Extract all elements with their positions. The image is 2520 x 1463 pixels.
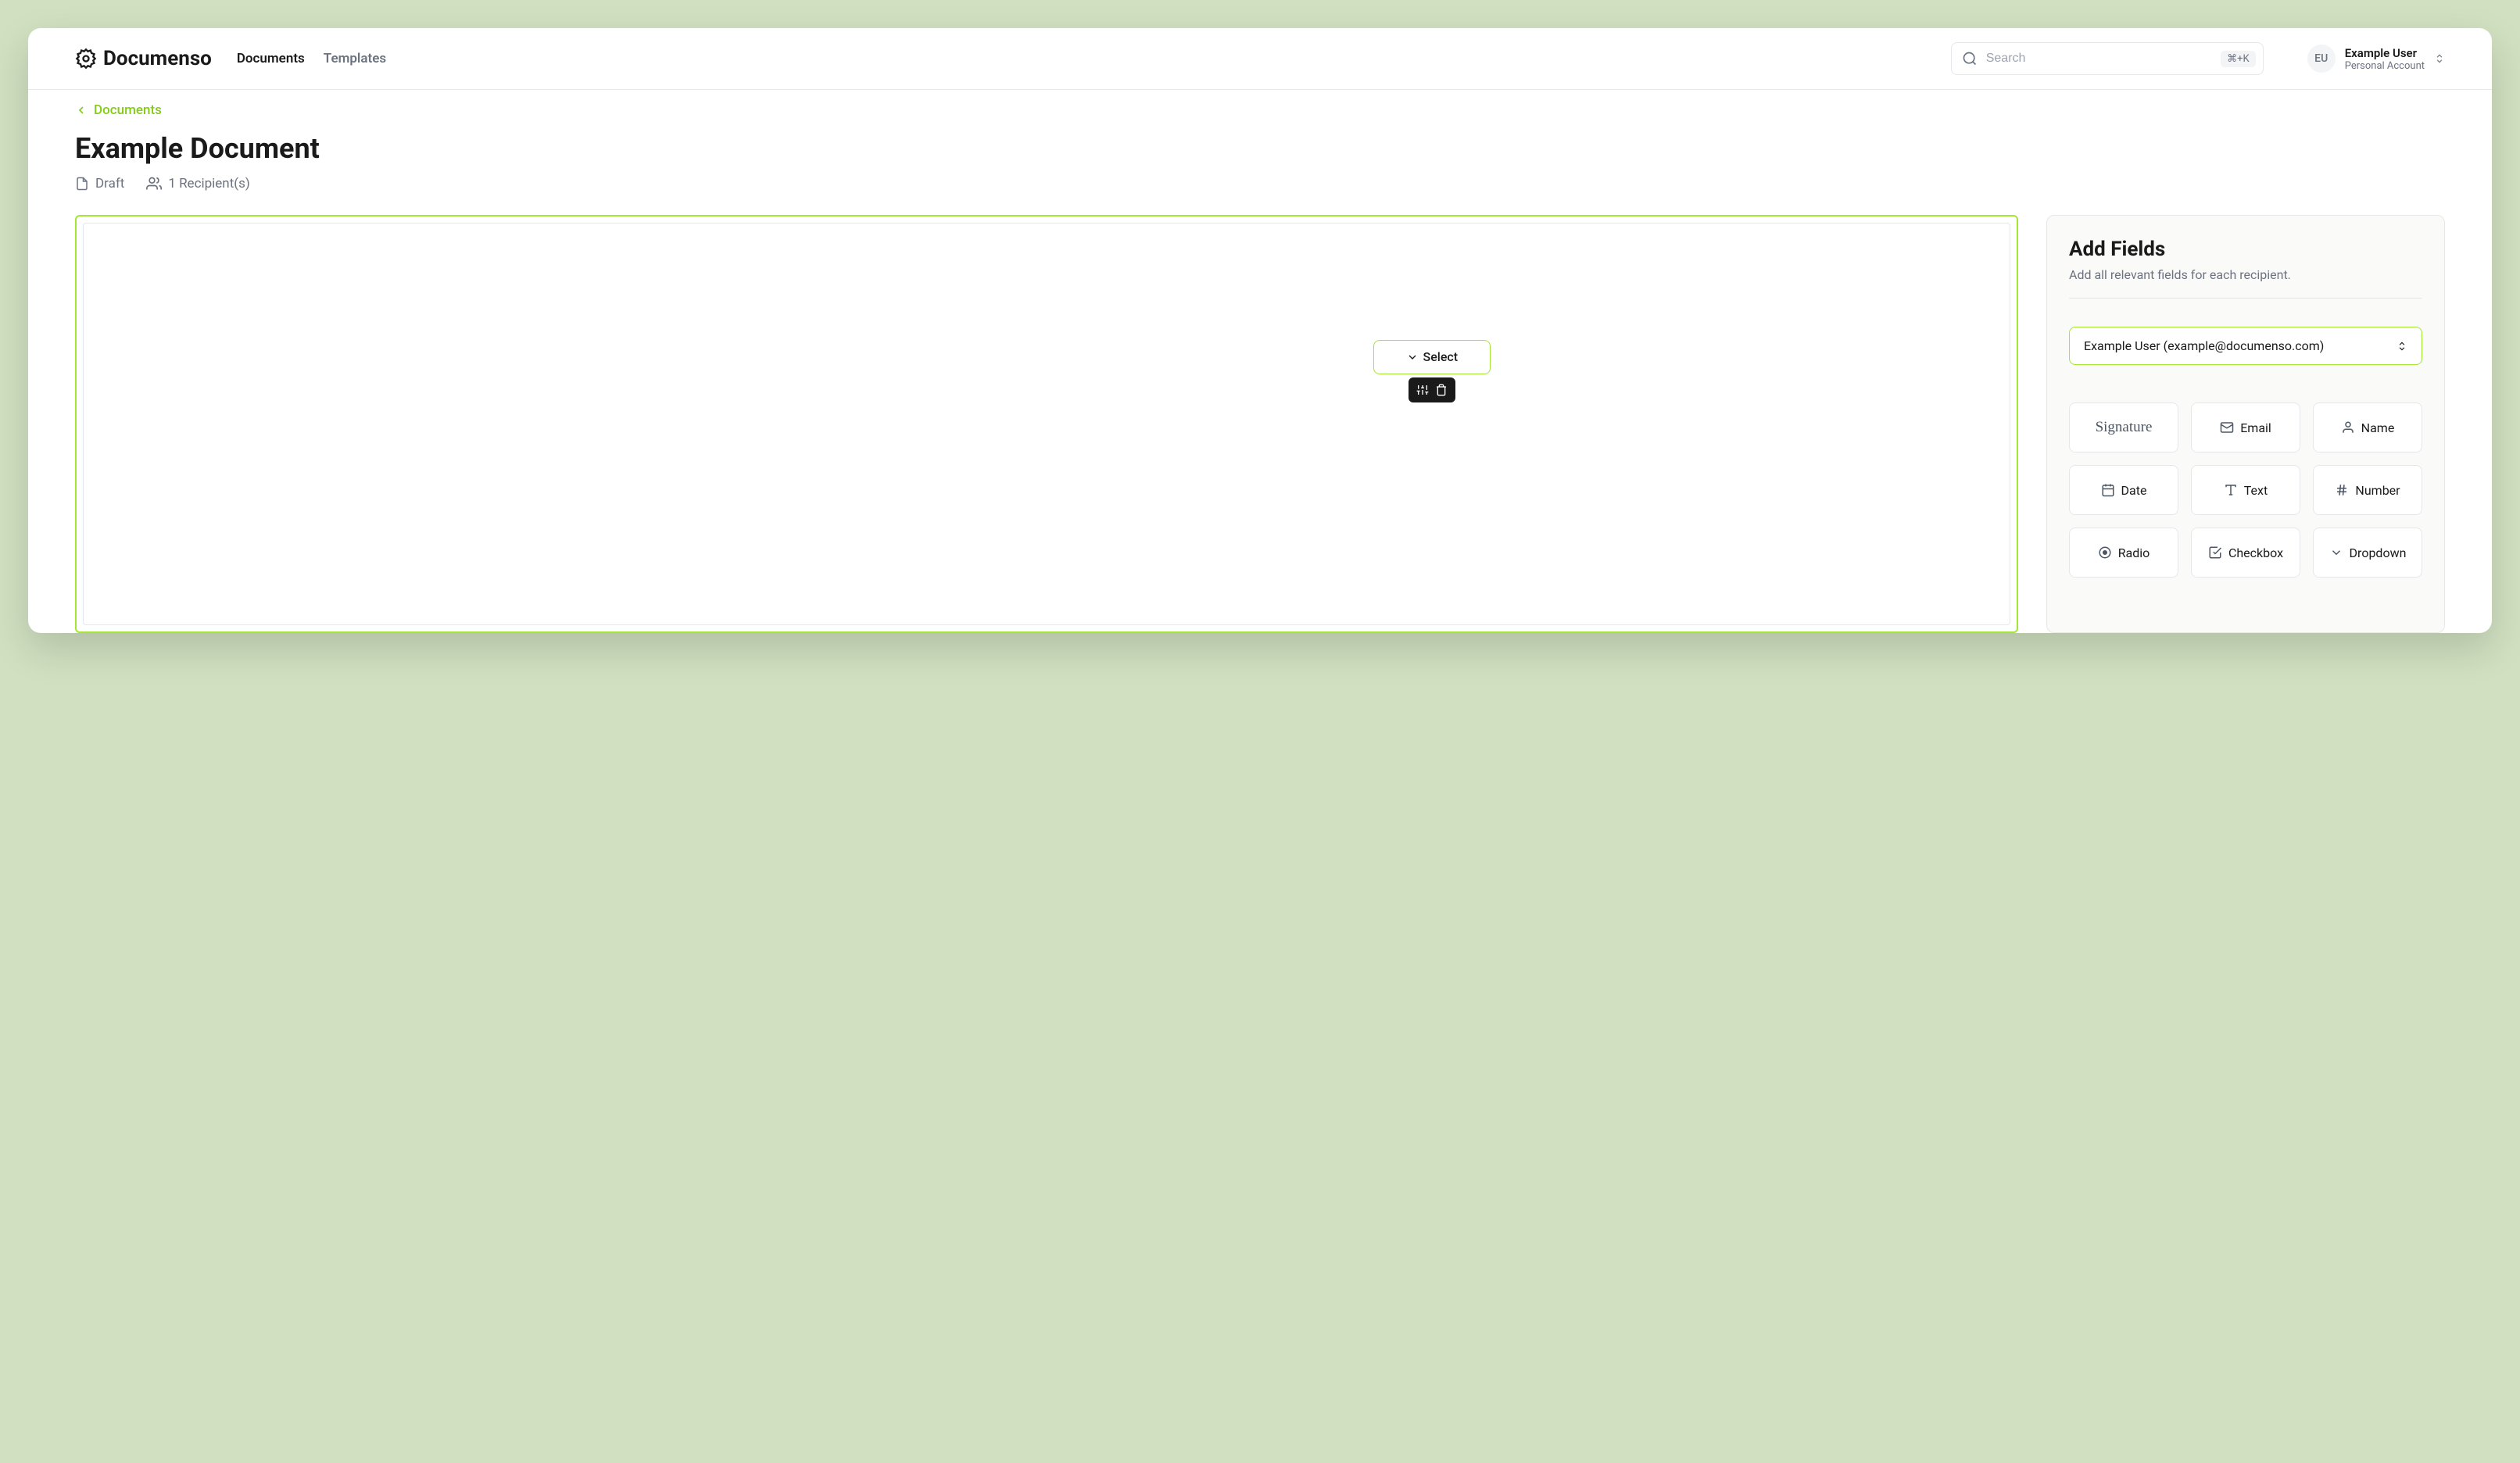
field-label: Date	[2121, 483, 2147, 498]
sliders-icon	[1416, 384, 1429, 396]
page-title: Example Document	[75, 132, 2445, 165]
radio-icon	[2098, 545, 2112, 560]
field-name[interactable]: Name	[2313, 402, 2422, 452]
hash-icon	[2335, 483, 2349, 497]
topbar: Documenso Documents Templates ⌘+K EU Exa…	[28, 28, 2492, 90]
document-page[interactable]: Select	[83, 223, 2010, 625]
chevron-down-icon	[1406, 351, 1419, 363]
signature-label: Signature	[2096, 419, 2153, 436]
field-label: Text	[2244, 483, 2268, 498]
nav: Documents Templates	[237, 51, 386, 66]
calendar-icon	[2101, 483, 2115, 497]
nav-templates[interactable]: Templates	[324, 51, 386, 66]
field-delete-button[interactable]	[1434, 382, 1449, 398]
field-label: Number	[2355, 483, 2400, 498]
field-number[interactable]: Number	[2313, 465, 2422, 515]
users-icon	[146, 176, 162, 191]
field-label: Email	[2240, 420, 2271, 435]
page-header: Example Document Draft 1 Recipient(s)	[28, 120, 2492, 191]
field-settings-button[interactable]	[1415, 382, 1430, 398]
document-canvas[interactable]: Select	[75, 215, 2018, 633]
breadcrumb[interactable]: Documents	[75, 102, 162, 118]
field-text[interactable]: Text	[2191, 465, 2300, 515]
account-name: Example User	[2345, 46, 2425, 60]
field-email[interactable]: Email	[2191, 402, 2300, 452]
chevron-down-icon	[2329, 545, 2343, 560]
user-icon	[2341, 420, 2355, 435]
status-label: Draft	[95, 176, 124, 191]
check-square-icon	[2208, 545, 2222, 560]
recipient-label: Example User (example@documenso.com)	[2084, 338, 2324, 353]
field-label: Radio	[2118, 545, 2150, 560]
file-icon	[75, 177, 89, 191]
type-icon	[2224, 483, 2238, 497]
mail-icon	[2220, 420, 2234, 435]
account-menu[interactable]: EU Example User Personal Account	[2307, 45, 2445, 73]
recipients-label: 1 Recipient(s)	[168, 176, 249, 191]
field-radio[interactable]: Radio	[2069, 528, 2178, 578]
recipients: 1 Recipient(s)	[146, 176, 249, 191]
logo[interactable]: Documenso	[75, 47, 212, 70]
search-icon	[1962, 51, 1978, 66]
field-label: Select	[1423, 349, 1459, 364]
placed-field-select[interactable]: Select	[1373, 340, 1491, 374]
trash-icon	[1435, 384, 1448, 396]
chevron-updown-icon	[2434, 52, 2445, 66]
field-signature[interactable]: Signature	[2069, 402, 2178, 452]
field-dropdown[interactable]: Dropdown	[2313, 528, 2422, 578]
chevron-left-icon	[75, 104, 88, 116]
field-label: Checkbox	[2228, 545, 2283, 560]
main-area: Select Add Fields Add all relevant field…	[28, 191, 2492, 633]
sidebar-title: Add Fields	[2069, 238, 2422, 261]
chevron-updown-icon	[2397, 339, 2407, 353]
breadcrumb-bar: Documents	[28, 90, 2492, 120]
logo-icon	[75, 48, 97, 70]
field-checkbox[interactable]: Checkbox	[2191, 528, 2300, 578]
search-shortcut: ⌘+K	[2221, 51, 2256, 67]
nav-documents[interactable]: Documents	[237, 51, 305, 66]
sidebar: Add Fields Add all relevant fields for e…	[2046, 215, 2445, 633]
divider	[2069, 298, 2422, 299]
account-type: Personal Account	[2345, 60, 2425, 72]
field-label: Name	[2361, 420, 2395, 435]
field-toolbar	[1409, 377, 1455, 402]
page-meta: Draft 1 Recipient(s)	[75, 176, 2445, 191]
breadcrumb-label: Documents	[94, 102, 162, 118]
search-wrap: ⌘+K	[1951, 42, 2264, 75]
app-window: Documenso Documents Templates ⌘+K EU Exa…	[28, 28, 2492, 633]
brand-name: Documenso	[103, 47, 212, 70]
status: Draft	[75, 176, 124, 191]
recipient-select[interactable]: Example User (example@documenso.com)	[2069, 327, 2422, 365]
avatar: EU	[2307, 45, 2336, 73]
field-date[interactable]: Date	[2069, 465, 2178, 515]
field-grid: Signature Email Name Date Text	[2069, 402, 2422, 578]
account-info: Example User Personal Account	[2345, 46, 2425, 72]
field-label: Dropdown	[2350, 545, 2407, 560]
sidebar-subtitle: Add all relevant fields for each recipie…	[2069, 267, 2422, 282]
search-input[interactable]	[1951, 42, 2264, 75]
